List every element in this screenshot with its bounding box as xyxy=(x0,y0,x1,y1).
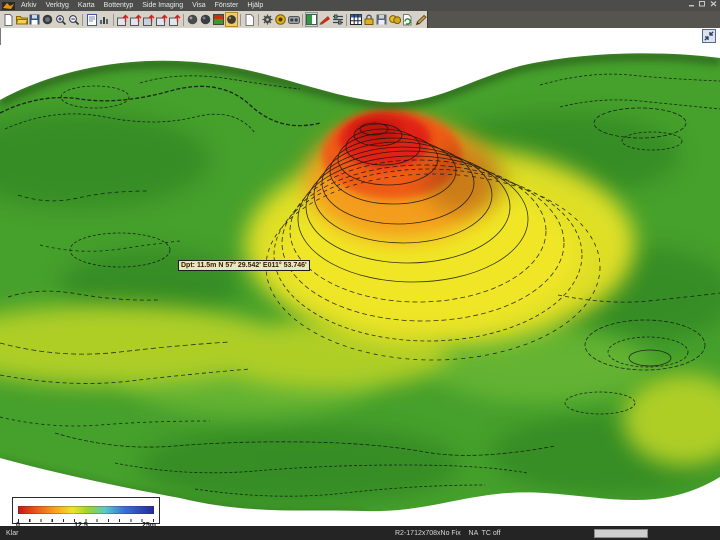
import-sonar-4-button[interactable] xyxy=(155,12,168,27)
new-document-button[interactable] xyxy=(2,12,15,27)
gps-badge-button[interactable] xyxy=(274,12,287,27)
draw-track-button[interactable] xyxy=(318,12,331,27)
3d-ball-active-button[interactable] xyxy=(225,12,238,27)
app-window: Arkiv Verktyg Karta Bottentyp Side Imagi… xyxy=(0,0,720,540)
zoom-out-button[interactable] xyxy=(67,12,80,27)
menu-visa[interactable]: Visa xyxy=(192,1,206,11)
depth-position-tooltip: Dpt: 11.5m N 57° 29.542' E011° 53.746' xyxy=(178,260,310,271)
blank-document-button[interactable] xyxy=(243,12,256,27)
import-sonar-3-button[interactable] xyxy=(142,12,155,27)
3d-sphere-shaded-button[interactable] xyxy=(199,12,212,27)
app-logo-icon xyxy=(2,2,15,10)
status-fix-text: R2-1712x708xNo Fix NA TC off xyxy=(395,530,501,537)
screen-capture-button[interactable] xyxy=(41,12,54,27)
mdi-restore-icon[interactable] xyxy=(702,29,716,43)
menu-bottentyp[interactable]: Bottentyp xyxy=(104,1,134,11)
lock-button[interactable] xyxy=(362,12,375,27)
zoom-in-button[interactable] xyxy=(54,12,67,27)
reload-page-button[interactable] xyxy=(401,12,414,27)
open-folder-button[interactable] xyxy=(15,12,28,27)
depth-gradient-bar xyxy=(18,506,154,514)
bathymetry-3d-render xyxy=(0,45,720,526)
status-bar: Klar R2-1712x708xNo Fix NA TC off xyxy=(0,526,720,540)
menu-verktyg[interactable]: Verktyg xyxy=(46,1,69,11)
depth-scale-legend: 0 12.5 25m xyxy=(12,497,160,524)
status-ready-text: Klar xyxy=(6,530,18,537)
minimize-icon[interactable] xyxy=(689,1,695,7)
import-sonar-2-button[interactable] xyxy=(129,12,142,27)
waypoints-button[interactable] xyxy=(388,12,401,27)
menu-hjalp[interactable]: Hjälp xyxy=(247,1,263,11)
depth-levels-button[interactable] xyxy=(331,12,344,27)
depth-chart-button[interactable] xyxy=(98,12,111,27)
menu-side-imaging[interactable]: Side Imaging xyxy=(142,1,183,11)
menu-karta[interactable]: Karta xyxy=(78,1,95,11)
menu-bar: Arkiv Verktyg Karta Bottentyp Side Imagi… xyxy=(0,0,720,11)
settings-gear-button[interactable] xyxy=(261,12,274,27)
bottom-type-button[interactable] xyxy=(305,12,318,27)
map-viewport[interactable]: Dpt: 11.5m N 57° 29.542' E011° 53.746' xyxy=(0,45,720,526)
toolbar-row xyxy=(0,11,720,28)
import-sonar-1-button[interactable] xyxy=(116,12,129,27)
menu-fonster[interactable]: Fönster xyxy=(215,1,239,11)
document-strip xyxy=(0,28,720,45)
close-icon[interactable] xyxy=(710,1,717,7)
3d-sphere-button[interactable] xyxy=(186,12,199,27)
toolbar xyxy=(0,11,428,28)
restore-icon[interactable] xyxy=(699,1,706,7)
color-map-button[interactable] xyxy=(212,12,225,27)
menu-arkiv[interactable]: Arkiv xyxy=(21,1,37,11)
edit-pencil-button[interactable] xyxy=(414,12,427,27)
import-sonar-5-button[interactable] xyxy=(168,12,181,27)
status-progress xyxy=(594,529,648,538)
grid-table-button[interactable] xyxy=(349,12,362,27)
report-document-button[interactable] xyxy=(85,12,98,27)
save-button[interactable] xyxy=(28,12,41,27)
view-finder-button[interactable] xyxy=(287,12,300,27)
save-project-button[interactable] xyxy=(375,12,388,27)
